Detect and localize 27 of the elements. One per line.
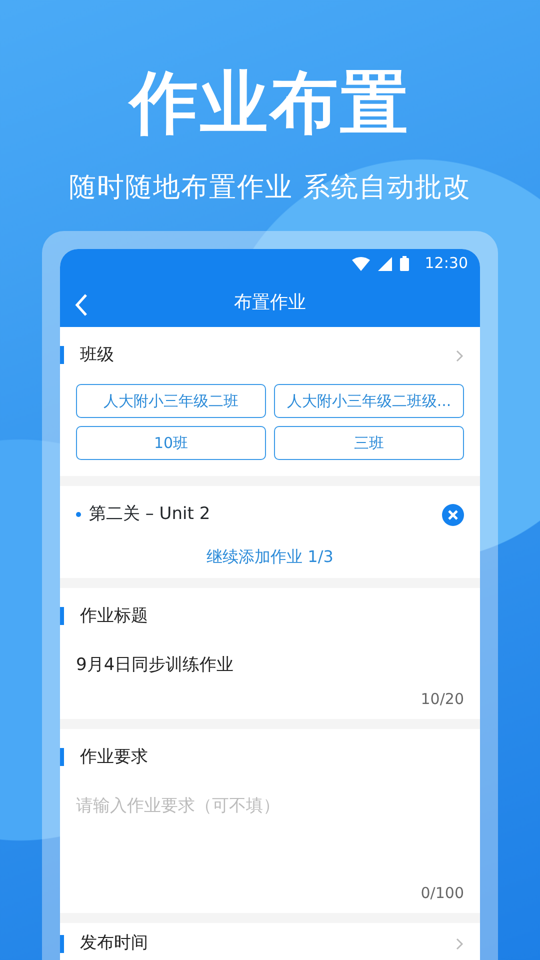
battery-icon	[400, 256, 409, 271]
class-chip[interactable]: 人大附小三年级二班	[76, 384, 266, 418]
section-title: 发布时间	[80, 932, 149, 955]
signal-icon	[378, 256, 392, 270]
wifi-icon	[352, 256, 370, 270]
section-title: 班级	[80, 344, 115, 366]
class-chip[interactable]: 10班	[76, 426, 266, 460]
section-marker	[60, 346, 64, 364]
bullet-icon	[76, 512, 81, 518]
section-marker	[60, 748, 64, 766]
remove-button[interactable]	[442, 504, 464, 526]
section-title: 作业要求	[80, 746, 149, 768]
section-title: 作业标题	[80, 604, 149, 628]
hero-title: 作业布置	[127, 63, 411, 138]
section-marker	[60, 607, 64, 626]
add-more-link[interactable]: 继续添加作业 1/3	[200, 544, 340, 570]
char-counter: 0/100	[420, 884, 464, 902]
hero-subtitle: 随时随地布置作业 系统自动批改	[68, 171, 472, 205]
status-time: 12:30	[424, 253, 468, 274]
char-counter: 10/20	[420, 690, 464, 708]
assignment-label: 第二关 – Unit 2	[89, 503, 212, 526]
section-marker	[60, 934, 64, 953]
page-title: 布置作业	[234, 291, 306, 315]
class-chip[interactable]: 人大附小三年级二班级...	[274, 384, 464, 418]
requirement-card[interactable]: 作业要求 请输入作业要求（可不填） 0/100	[60, 728, 480, 913]
class-chip[interactable]: 三班	[274, 426, 464, 460]
title-input[interactable]: 9月4日同步训练作业	[76, 653, 464, 678]
